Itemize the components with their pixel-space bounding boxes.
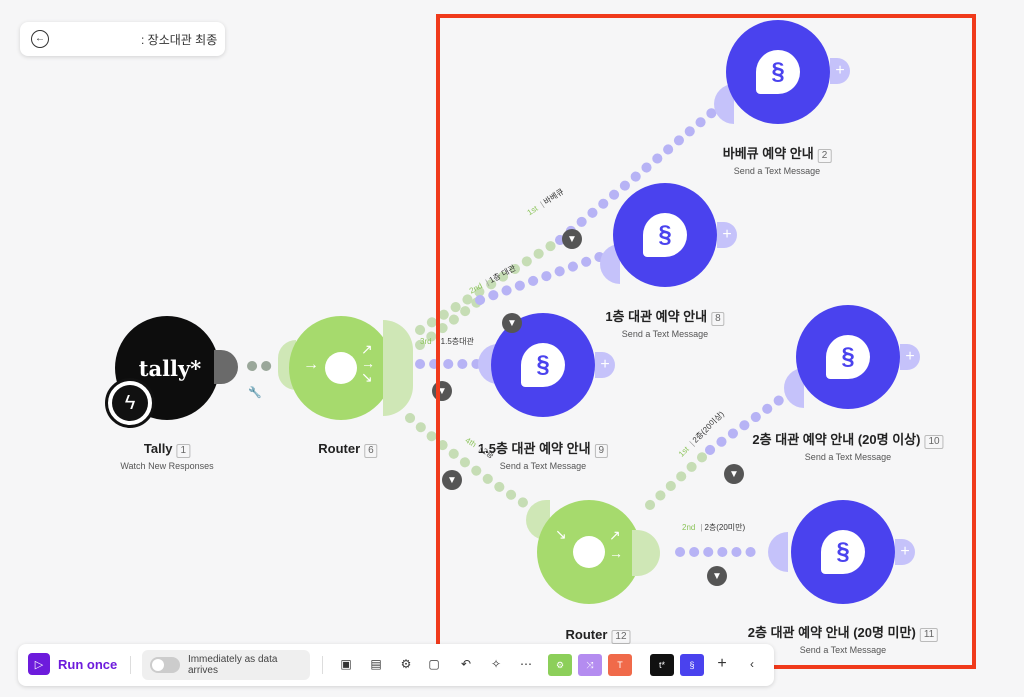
router-arrow-in-icon: → — [303, 356, 319, 373]
router-arrow-in-icon: ↘ — [555, 526, 567, 542]
sms-tile-icon[interactable]: § — [680, 654, 704, 676]
tally-tile-icon[interactable]: t* — [650, 654, 674, 676]
settings-gear-icon[interactable]: ⚙ — [398, 656, 414, 672]
sms10-module[interactable]: § — [796, 305, 900, 409]
scenario-title: : 장소대관 최종 — [141, 32, 218, 47]
filter-icon[interactable]: ▼ — [724, 464, 744, 484]
sms-logo-icon: § — [826, 335, 870, 379]
sms10-label: 2층 대관 예약 안내 (20명 이상) 10 Send a Text Messa… — [752, 429, 944, 462]
sms2-label: 바베큐 예약 안내 2 Send a Text Message — [723, 143, 832, 176]
router-icon — [573, 536, 605, 568]
filter-icon[interactable]: ▼ — [502, 313, 522, 333]
back-arrow-icon[interactable]: ← — [31, 30, 49, 48]
router6-module[interactable]: → ↗ → ↘ — [289, 316, 393, 420]
sms11-label: 2층 대관 예약 안내 (20명 미만) 11 Send a Text Messa… — [748, 622, 939, 655]
sms8-module[interactable]: § — [613, 183, 717, 287]
save-icon[interactable]: ▣ — [338, 656, 354, 672]
scenario-header: ← : 장소대관 최종 — [20, 22, 225, 56]
auto-align-icon[interactable]: ✧ — [488, 656, 504, 672]
router12-label: Router 12 — [565, 626, 631, 644]
filter-icon[interactable]: ▼ — [707, 566, 727, 586]
play-icon: ▷ — [28, 653, 50, 675]
sms9-label: 1.5층 대관 예약 안내 9 Send a Text Message — [478, 438, 609, 471]
router-icon — [325, 352, 357, 384]
toolbar-divider — [130, 656, 131, 674]
link-route-5 — [645, 445, 715, 510]
toolbar-divider — [322, 656, 323, 674]
wrench-icon[interactable]: 🔧 — [248, 386, 262, 399]
route-label-6: 2nd | 2층(20미만) — [682, 523, 746, 532]
schedule-toggle[interactable] — [150, 657, 180, 673]
filter-icon[interactable]: ▼ — [562, 229, 582, 249]
flow-control-tile-icon[interactable]: ⤨ — [578, 654, 602, 676]
notes-icon[interactable]: ▢ — [426, 656, 442, 672]
undo-icon[interactable]: ↶ — [458, 656, 474, 672]
tally-label: Tally 1 Watch New Responses — [120, 441, 214, 471]
sms2-module[interactable]: § — [726, 20, 830, 124]
router6-output-handles[interactable] — [383, 320, 413, 416]
scenario-canvas[interactable]: ← : 장소대관 최종 tally* ϟ 🔧 Tally 1 Watch New … — [0, 0, 1024, 697]
run-once-button[interactable]: ▷ Run once — [28, 653, 117, 675]
collapse-chevron-icon[interactable]: ‹ — [744, 656, 760, 672]
router-arrow-out-icon: ↗ → ↘ — [361, 341, 375, 385]
more-icon[interactable]: ⋯ — [518, 656, 534, 672]
router6-label: Router 6 — [318, 440, 378, 458]
schedule-setting[interactable]: Immediately as data arrives — [142, 650, 310, 680]
sms8-label: 1층 대관 예약 안내 8 Send a Text Message — [605, 306, 725, 339]
text-parser-tile-icon[interactable]: T — [608, 654, 632, 676]
sms-logo-icon: § — [521, 343, 565, 387]
trigger-bolt-icon: ϟ — [105, 378, 155, 428]
redacted-text — [57, 33, 137, 45]
filter-icon[interactable]: ▼ — [442, 470, 462, 490]
add-module-icon[interactable]: + — [714, 655, 730, 672]
tools-tile-icon[interactable]: ⚙ — [548, 654, 572, 676]
scheduling-icon[interactable]: ▤ — [368, 656, 384, 672]
filter-icon[interactable]: ▼ — [432, 381, 452, 401]
route-label-3: 3rd | 1.5층대관 — [420, 337, 474, 346]
bottom-toolbar: ▷ Run once Immediately as data arrives ▣… — [18, 644, 774, 686]
router12-module[interactable]: ↘ ↗ → — [537, 500, 641, 604]
router-arrow-out-icon: ↗ → — [609, 527, 623, 561]
sms-logo-icon: § — [756, 50, 800, 94]
sms-logo-icon: § — [821, 530, 865, 574]
sms-logo-icon: § — [643, 213, 687, 257]
tally-logo: tally* — [138, 355, 202, 381]
sms11-module[interactable]: § — [791, 500, 895, 604]
